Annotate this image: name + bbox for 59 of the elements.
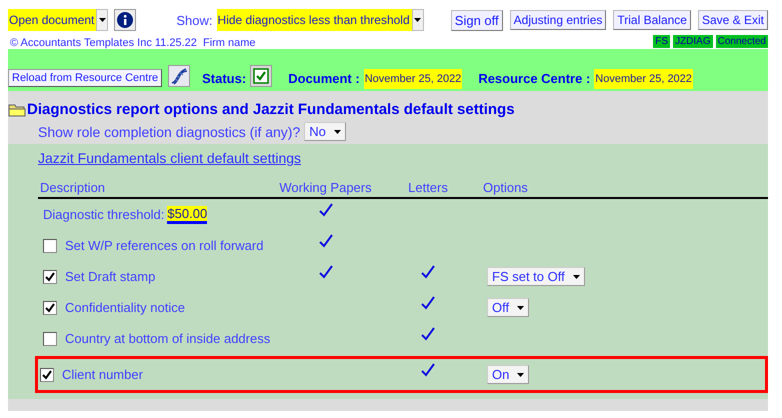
row-label: Diagnostic threshold: [43, 207, 164, 222]
resource-centre-label: Resource Centre : [478, 71, 590, 86]
check-icon [421, 326, 435, 340]
document-date: November 25, 2022 [364, 69, 462, 89]
show-label: Show: [176, 12, 213, 28]
option-select[interactable]: On [487, 365, 530, 384]
section-title: Diagnostics report options and Jazzit Fundamentals default settings [27, 101, 515, 118]
defaults-link[interactable]: Jazzit Fundamentals client default settings [38, 150, 302, 166]
threshold-value[interactable]: $50.00 [167, 206, 208, 224]
check-icon [421, 362, 435, 376]
role-select[interactable]: No [304, 122, 346, 141]
toolbar-button[interactable]: Save & Exit [698, 10, 768, 30]
toolbar-button[interactable]: Sign off [450, 10, 503, 30]
resource-centre-date: November 25, 2022 [594, 69, 693, 89]
row-label: Confidentiality notice [65, 300, 185, 315]
caret-icon [517, 306, 524, 310]
caret-icon [334, 130, 341, 134]
check-icon [318, 234, 332, 248]
check-icon [421, 264, 435, 278]
copyright-text: © Accountants Templates Inc 11.25.22 Firm name [9, 37, 256, 49]
column-header: Description [38, 180, 278, 199]
toolbar-button[interactable]: Adjusting entries [510, 10, 606, 30]
check-icon [318, 202, 332, 216]
checkbox[interactable] [43, 300, 57, 314]
reload-button[interactable]: Reload from Resource Centre [8, 69, 162, 87]
caret-icon [414, 18, 422, 22]
checkbox[interactable] [40, 368, 54, 382]
column-header: Letters [373, 180, 483, 199]
link-button[interactable] [168, 65, 190, 87]
status-badge: FS [653, 35, 670, 48]
role-question: Show role completion diagnostics (if any)? [38, 124, 300, 140]
show-select[interactable]: Hide diagnostics less than threshold [216, 9, 424, 31]
row-label: Country at bottom of inside address [65, 331, 270, 346]
status-badge: Connected [716, 35, 768, 48]
dna-icon [170, 67, 188, 85]
document-select[interactable]: Open document [8, 9, 108, 31]
caret-icon [517, 372, 524, 376]
status-label: Status: [202, 71, 246, 86]
column-header: Options [483, 180, 768, 199]
folder-icon [8, 102, 26, 116]
checkbox[interactable] [43, 270, 57, 284]
row-label: Set W/P references on roll forward [65, 238, 264, 253]
row-label: Client number [62, 367, 143, 382]
check-icon [421, 296, 435, 310]
checkbox[interactable] [43, 238, 57, 252]
status-checkbox[interactable] [250, 65, 272, 87]
row-label: Set Draft stamp [65, 269, 156, 284]
toolbar-button[interactable]: Trial Balance [613, 10, 691, 30]
column-header: Working Papers [278, 180, 373, 199]
check-icon [318, 264, 332, 278]
document-label: Document : [288, 71, 360, 86]
checkbox[interactable] [43, 332, 57, 346]
info-button[interactable] [114, 9, 136, 31]
info-icon [117, 12, 134, 28]
option-select[interactable]: FS set to Off [487, 267, 585, 286]
caret-icon [572, 274, 580, 278]
caret-icon [98, 18, 106, 22]
option-select[interactable]: Off [487, 298, 530, 317]
status-badge: JZDIAG [673, 35, 713, 48]
